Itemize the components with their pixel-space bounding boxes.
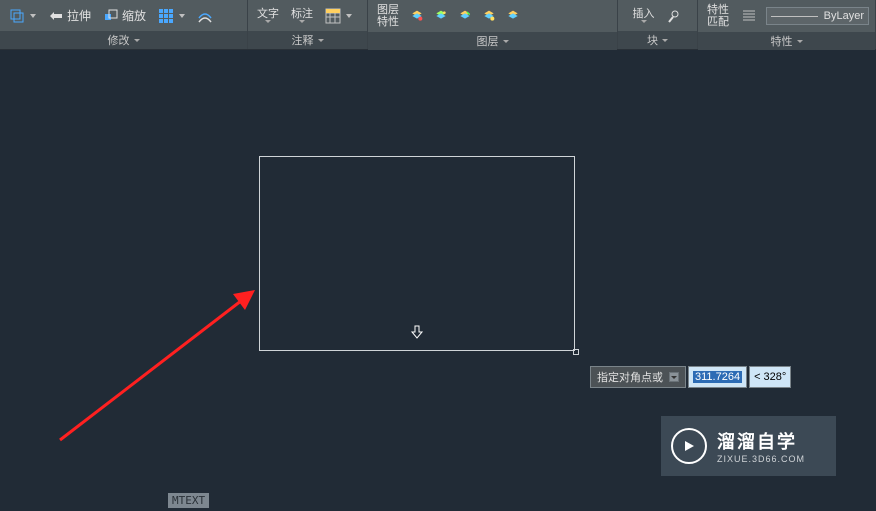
watermark: 溜溜自学 ZIXUE.3D66.COM bbox=[661, 416, 836, 476]
dropdown-icon bbox=[641, 20, 647, 23]
bylayer-label: ByLayer bbox=[824, 10, 864, 22]
bylayer-dropdown[interactable]: ByLayer bbox=[766, 7, 869, 25]
dropdown-icon bbox=[662, 39, 668, 42]
dynamic-input-distance[interactable]: 311.7264 bbox=[688, 366, 747, 388]
layer-swatch-1[interactable] bbox=[408, 8, 426, 24]
ribbon-group-modify: 拉伸 缩放 修改 bbox=[0, 0, 248, 49]
watermark-title: 溜溜自学 bbox=[717, 428, 805, 454]
stretch-button[interactable]: 拉伸 bbox=[45, 5, 94, 26]
ribbon-toolbar: 拉伸 缩放 修改 bbox=[0, 0, 876, 50]
resize-handle[interactable] bbox=[573, 349, 579, 355]
dropdown-icon bbox=[797, 40, 803, 43]
group-label-modify[interactable]: 修改 bbox=[0, 31, 247, 49]
group-label-blocks[interactable]: 块 bbox=[618, 31, 697, 49]
dropdown-icon bbox=[265, 20, 271, 23]
dropdown-icon bbox=[346, 14, 352, 18]
list-button[interactable] bbox=[738, 6, 760, 26]
dropdown-icon bbox=[299, 20, 305, 23]
offset-button[interactable] bbox=[194, 6, 216, 26]
group-label-annotate[interactable]: 注释 bbox=[248, 31, 367, 49]
dropdown-icon bbox=[134, 39, 140, 42]
dropdown-icon[interactable] bbox=[669, 372, 679, 382]
ribbon-group-properties: 特性 匹配 ByLayer 特性 bbox=[698, 0, 876, 49]
stretch-label: 拉伸 bbox=[67, 7, 91, 24]
table-button[interactable] bbox=[322, 6, 355, 26]
dropdown-icon bbox=[30, 14, 36, 18]
layer-swatch-3[interactable] bbox=[456, 8, 474, 24]
annotation-arrow-icon bbox=[55, 280, 265, 450]
text-button[interactable]: 文字 bbox=[254, 6, 282, 25]
layer-swatch-5[interactable] bbox=[504, 8, 522, 24]
array-button[interactable] bbox=[155, 6, 188, 26]
command-line[interactable]: MTEXT bbox=[168, 493, 209, 508]
dynamic-input: 指定对角点或 311.7264 < 328° bbox=[590, 366, 791, 388]
tool-button[interactable] bbox=[664, 6, 686, 26]
drawing-canvas[interactable]: 指定对角点或 311.7264 < 328° 溜溜自学 ZIXUE.3D66.C… bbox=[0, 50, 876, 511]
layer-swatch-2[interactable] bbox=[432, 8, 450, 24]
ribbon-group-blocks: 插入 块 bbox=[618, 0, 698, 49]
ribbon-group-layers: 图层 特性 图层 bbox=[368, 0, 618, 49]
group-label-properties[interactable]: 特性 bbox=[698, 32, 875, 50]
dynamic-input-angle[interactable]: < 328° bbox=[749, 366, 791, 388]
group-label-layers[interactable]: 图层 bbox=[368, 32, 617, 50]
dropdown-icon bbox=[503, 40, 509, 43]
layer-swatch-4[interactable] bbox=[480, 8, 498, 24]
cursor-down-arrow-icon bbox=[410, 325, 424, 339]
insert-button[interactable]: 插入 bbox=[630, 6, 658, 25]
play-icon bbox=[671, 428, 707, 464]
watermark-url: ZIXUE.3D66.COM bbox=[717, 454, 805, 464]
crop-button[interactable] bbox=[6, 6, 39, 26]
dropdown-icon bbox=[179, 14, 185, 18]
layer-properties-button[interactable]: 图层 特性 bbox=[374, 2, 402, 30]
selection-rectangle bbox=[259, 156, 575, 351]
ribbon-group-annotate: 文字 标注 注释 bbox=[248, 0, 368, 49]
match-properties-button[interactable]: 特性 匹配 bbox=[704, 2, 732, 30]
scale-label: 缩放 bbox=[122, 7, 146, 24]
dropdown-icon bbox=[318, 39, 324, 42]
dynamic-input-prompt[interactable]: 指定对角点或 bbox=[590, 366, 686, 388]
command-name: MTEXT bbox=[168, 493, 209, 508]
scale-button[interactable]: 缩放 bbox=[100, 5, 149, 26]
dimension-button[interactable]: 标注 bbox=[288, 6, 316, 25]
